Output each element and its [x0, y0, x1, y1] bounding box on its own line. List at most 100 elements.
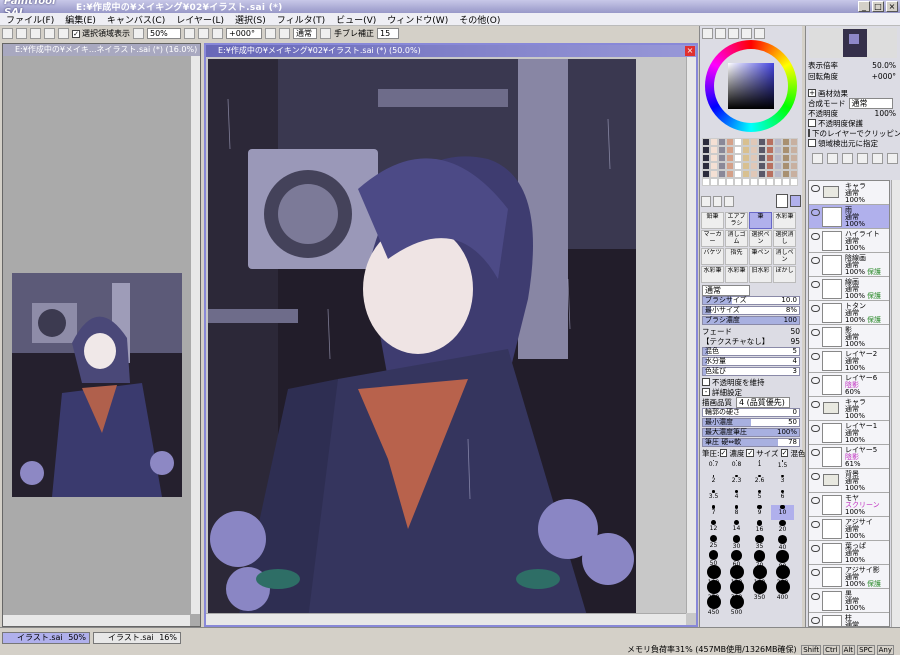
color-wheel[interactable] [705, 40, 797, 132]
color-swatch[interactable] [710, 154, 718, 162]
layer-item[interactable]: 背景 通常 100% [809, 469, 889, 493]
brush-tool[interactable]: ぼかし [773, 266, 796, 283]
menu-item[interactable]: 編集(E) [65, 13, 96, 26]
brush-tool[interactable]: 水彩筆 [773, 212, 796, 229]
color-swatch[interactable] [750, 154, 758, 162]
color-swatch[interactable] [702, 170, 710, 178]
visibility-eye-icon[interactable] [811, 353, 820, 360]
color-swatch[interactable] [726, 170, 734, 178]
visibility-eye-icon[interactable] [811, 305, 820, 312]
layer-item[interactable]: ハイライト 通常 100% [809, 229, 889, 253]
brush-tool[interactable]: 筆 [749, 212, 772, 229]
color-swatch[interactable] [742, 162, 750, 170]
layer-item[interactable]: 陰線画 通常 100% 保護 [809, 253, 889, 277]
brush-tool[interactable]: 消しゴム [725, 230, 748, 247]
file-tab-1[interactable]: イラスト.sai 50% [2, 632, 90, 644]
color-swatch[interactable] [758, 178, 766, 186]
redo-button[interactable] [16, 28, 27, 39]
color-swatch[interactable] [790, 178, 798, 186]
color-swatch[interactable] [774, 170, 782, 178]
color-swatch[interactable] [758, 138, 766, 146]
layer-item[interactable]: トタン 通常 100% 保護 [809, 301, 889, 325]
file-tab-2[interactable]: イラスト.sai 16% [93, 632, 181, 644]
color-swatch[interactable] [702, 162, 710, 170]
brush-size-preset[interactable]: 120 [725, 565, 748, 586]
color-swatch[interactable] [790, 170, 798, 178]
color-swatch[interactable] [758, 162, 766, 170]
brush-density-slider[interactable]: ブラシ濃度 100 [702, 316, 800, 325]
layer-item[interactable]: レイヤー5 陰影 61% [809, 445, 889, 469]
layer-item[interactable]: 影通常 100% [809, 325, 889, 349]
menu-item[interactable]: ビュー(V) [336, 13, 376, 26]
visibility-eye-icon[interactable] [811, 497, 820, 504]
layer-item[interactable]: キャラ 通常 100% [809, 397, 889, 421]
brush-size-preset[interactable]: 25 [702, 535, 725, 550]
color-swatch[interactable] [766, 146, 774, 154]
color-swatch[interactable] [774, 154, 782, 162]
merge-down-icon[interactable] [872, 153, 883, 164]
color-swatch[interactable] [734, 162, 742, 170]
color-swatch[interactable] [718, 178, 726, 186]
rotate-right-button[interactable] [265, 28, 276, 39]
brush-size-preset[interactable]: 200 [771, 565, 794, 586]
persistence-slider[interactable]: 色延び 3 [702, 367, 800, 376]
color-swatch[interactable] [758, 154, 766, 162]
visibility-eye-icon[interactable] [811, 281, 820, 288]
brush-size-preset[interactable]: 350 [748, 580, 771, 601]
brush-tool[interactable]: 水彩筆 [725, 266, 748, 283]
color-swatch[interactable] [742, 146, 750, 154]
menu-item[interactable]: レイヤー(L) [176, 13, 224, 26]
pressure-density-check[interactable]: ✓ [719, 449, 728, 457]
keep-opacity-toggle[interactable]: 不透明度を維持 [700, 377, 802, 387]
canvas-vscroll[interactable] [686, 57, 696, 613]
menu-item[interactable]: フィルタ(T) [277, 13, 325, 26]
layer-item[interactable]: 黒通常 100% [809, 589, 889, 613]
navigator-preview[interactable] [809, 28, 897, 58]
visibility-eye-icon[interactable] [811, 425, 820, 432]
layer-blend-select[interactable]: 通常 [848, 97, 893, 109]
protect-opacity-toggle[interactable]: 不透明度保護 [806, 118, 898, 128]
brush-size-preset[interactable]: 10 [771, 505, 794, 520]
brush-size-preset[interactable]: 100 [702, 565, 725, 586]
color-swatch[interactable] [782, 162, 790, 170]
visibility-eye-icon[interactable] [811, 233, 820, 240]
color-swatch[interactable] [710, 138, 718, 146]
color-swatch[interactable] [742, 178, 750, 186]
hardness-slider[interactable]: 輪郭の硬さ 0 [702, 408, 800, 417]
color-swatch[interactable] [734, 170, 742, 178]
color-swatch[interactable] [718, 162, 726, 170]
layer-item[interactable]: レイヤー2 通常 100% [809, 349, 889, 373]
canvas-close-icon[interactable]: × [685, 46, 695, 56]
color-swatch[interactable] [766, 178, 774, 186]
brush-tool[interactable]: 筆ペン [749, 248, 772, 265]
layer-opacity-row[interactable]: 不透明度 100% [806, 108, 898, 118]
brush-size-preset[interactable]: 20 [771, 520, 794, 535]
color-swatch[interactable] [710, 162, 718, 170]
color-swatch[interactable] [710, 170, 718, 178]
color-swatch[interactable] [734, 154, 742, 162]
zoom-field[interactable]: 50% [147, 28, 181, 39]
color-swatch[interactable] [718, 154, 726, 162]
effect-toggle[interactable]: + 画材効果 [806, 88, 898, 98]
brush-tool[interactable]: バケツ [701, 248, 724, 265]
minimize-button[interactable]: _ [858, 1, 870, 12]
color-swatch[interactable] [702, 138, 710, 146]
navigator-thumbnail[interactable] [12, 273, 182, 497]
brush-tool[interactable]: 旧水彩 [749, 266, 772, 283]
color-wheel-tab[interactable] [702, 28, 713, 39]
visibility-eye-icon[interactable] [811, 545, 820, 552]
zoom-in-button[interactable] [184, 28, 195, 39]
brush-size-preset[interactable]: 0.8 [725, 460, 748, 475]
swatch-grid[interactable] [702, 138, 800, 186]
transfer-down-icon[interactable] [857, 153, 868, 164]
layer-item[interactable]: アジサイ 通常 100% [809, 517, 889, 541]
color-swatch[interactable] [718, 138, 726, 146]
brush-size-preset[interactable]: 1 [748, 460, 771, 475]
pressure-curve-slider[interactable]: 筆圧 硬⇔軟 78 [702, 438, 800, 447]
color-swatch[interactable] [718, 146, 726, 154]
max-pressure-slider[interactable]: 最大濃度筆圧 100% [702, 428, 800, 437]
color-swatch[interactable] [766, 162, 774, 170]
saturation-value-square[interactable] [728, 63, 774, 109]
brush-tool[interactable]: 指先 [725, 248, 748, 265]
color-swatch[interactable] [750, 170, 758, 178]
